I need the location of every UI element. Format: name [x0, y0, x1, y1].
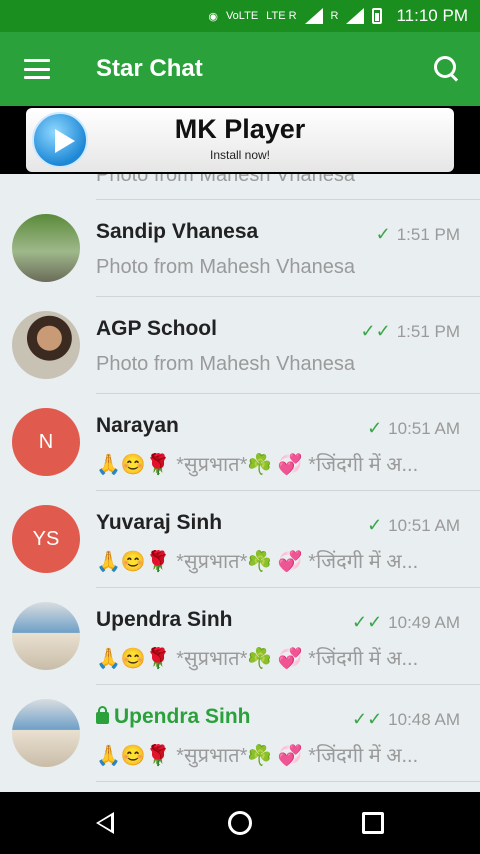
avatar [12, 699, 80, 767]
hotspot-icon: ◉ [208, 10, 218, 23]
chat-snippet: Photo from Mahesh Vhanesa [96, 353, 356, 375]
status-bar: ◉ VoLTE LTE R R 11:10 PM [0, 0, 480, 32]
ad-card[interactable]: MK Player Install now! [26, 108, 454, 172]
chat-list[interactable]: Photo from Mahesh Vhanesa Sandip Vhanesa… [0, 174, 480, 792]
read-check-icon: ✓✓ [360, 321, 391, 341]
chat-name: Sandip Vhanesa [96, 220, 259, 243]
recents-icon[interactable] [362, 812, 384, 834]
avatar: N [12, 408, 80, 476]
chat-name: Yuvaraj Sinh [96, 511, 223, 534]
system-nav-bar [0, 792, 480, 854]
chat-time: 10:48 AM [388, 709, 460, 729]
avatar [12, 214, 80, 282]
chat-time: 1:51 PM [396, 321, 460, 341]
chat-row[interactable]: N Narayan ✓ 10:51 AM 🙏😊🌹 *सुप्रभात*☘️ 💞 … [0, 394, 480, 491]
status-time: 11:10 PM [396, 6, 468, 25]
chat-snippet: 🙏😊🌹 *सुप्रभात*☘️ 💞 *जिंदगी में अ... [96, 648, 419, 670]
chat-name: AGP School [96, 317, 217, 340]
chat-meta: ✓ 10:51 AM [367, 515, 460, 536]
chat-row-partial[interactable]: Photo from Mahesh Vhanesa [0, 174, 480, 200]
chat-row[interactable]: Upendra Sinh ✓✓ 10:49 AM 🙏😊🌹 *सुप्रभात*☘… [0, 588, 480, 685]
chat-time: 10:51 AM [388, 515, 460, 535]
chat-time: 1:51 PM [396, 224, 460, 244]
chat-row[interactable]: AGP School ✓✓ 1:51 PM Photo from Mahesh … [0, 297, 480, 394]
chat-row-secret[interactable]: Upendra Sinh ✓✓ 10:48 AM 🙏😊🌹 *सुप्रभात*☘… [0, 685, 480, 782]
avatar [12, 602, 80, 670]
app-bar: Star Chat [0, 32, 480, 106]
read-check-icon: ✓✓ [352, 612, 383, 632]
ad-title: MK Player [174, 114, 306, 144]
chat-row[interactable]: Sandip Vhanesa ✓ 1:51 PM Photo from Mahe… [0, 200, 480, 297]
chat-meta: ✓ 10:51 AM [367, 418, 460, 439]
chat-meta: ✓✓ 10:49 AM [352, 612, 460, 633]
chat-snippet: Photo from Mahesh Vhanesa [96, 256, 356, 278]
chat-name: Upendra Sinh [114, 705, 251, 728]
ad-subtitle: Install now! [209, 148, 271, 162]
volte-label: VoLTE [225, 10, 259, 22]
chat-row[interactable]: YS Yuvaraj Sinh ✓ 10:51 AM 🙏😊🌹 *सुप्रभात… [0, 491, 480, 588]
chat-time: 10:49 AM [388, 612, 460, 632]
back-icon[interactable] [96, 812, 114, 834]
chat-meta: ✓✓ 1:51 PM [361, 321, 460, 342]
signal-icon [304, 8, 323, 24]
sent-check-icon: ✓ [375, 224, 391, 244]
lock-icon [96, 706, 109, 724]
avatar [12, 311, 80, 379]
chat-snippet: Photo from Mahesh Vhanesa [96, 174, 356, 186]
read-check-icon: ✓✓ [352, 709, 383, 729]
chat-time: 10:51 AM [388, 418, 460, 438]
sent-check-icon: ✓ [367, 515, 383, 535]
chat-name-row: Upendra Sinh [96, 705, 251, 729]
chat-name: Upendra Sinh [96, 608, 233, 631]
signal-icon-2 [346, 8, 365, 24]
chat-snippet: 🙏😊🌹 *सुप्रभात*☘️ 💞 *जिंदगी में अ... [96, 454, 419, 476]
avatar: YS [12, 505, 80, 573]
lte-label: LTE R [266, 10, 297, 22]
chat-name: Narayan [96, 414, 179, 437]
chat-snippet: 🙏😊🌹 *सुप्रभात*☘️ 💞 *जिंदगी में अ... [96, 551, 419, 573]
menu-icon[interactable] [24, 59, 50, 79]
ad-banner[interactable]: MK Player Install now! [0, 106, 480, 174]
sent-check-icon: ✓ [367, 418, 383, 438]
home-icon[interactable] [228, 811, 252, 835]
chat-meta: ✓✓ 10:48 AM [352, 709, 460, 730]
chat-meta: ✓ 1:51 PM [376, 224, 460, 245]
search-icon[interactable] [434, 56, 460, 82]
divider [96, 781, 480, 782]
roaming-label: R [330, 10, 339, 22]
battery-icon [372, 8, 383, 24]
chat-snippet: 🙏😊🌹 *सुप्रभात*☘️ 💞 *जिंदगी में अ... [96, 745, 419, 767]
app-title: Star Chat [96, 55, 203, 82]
